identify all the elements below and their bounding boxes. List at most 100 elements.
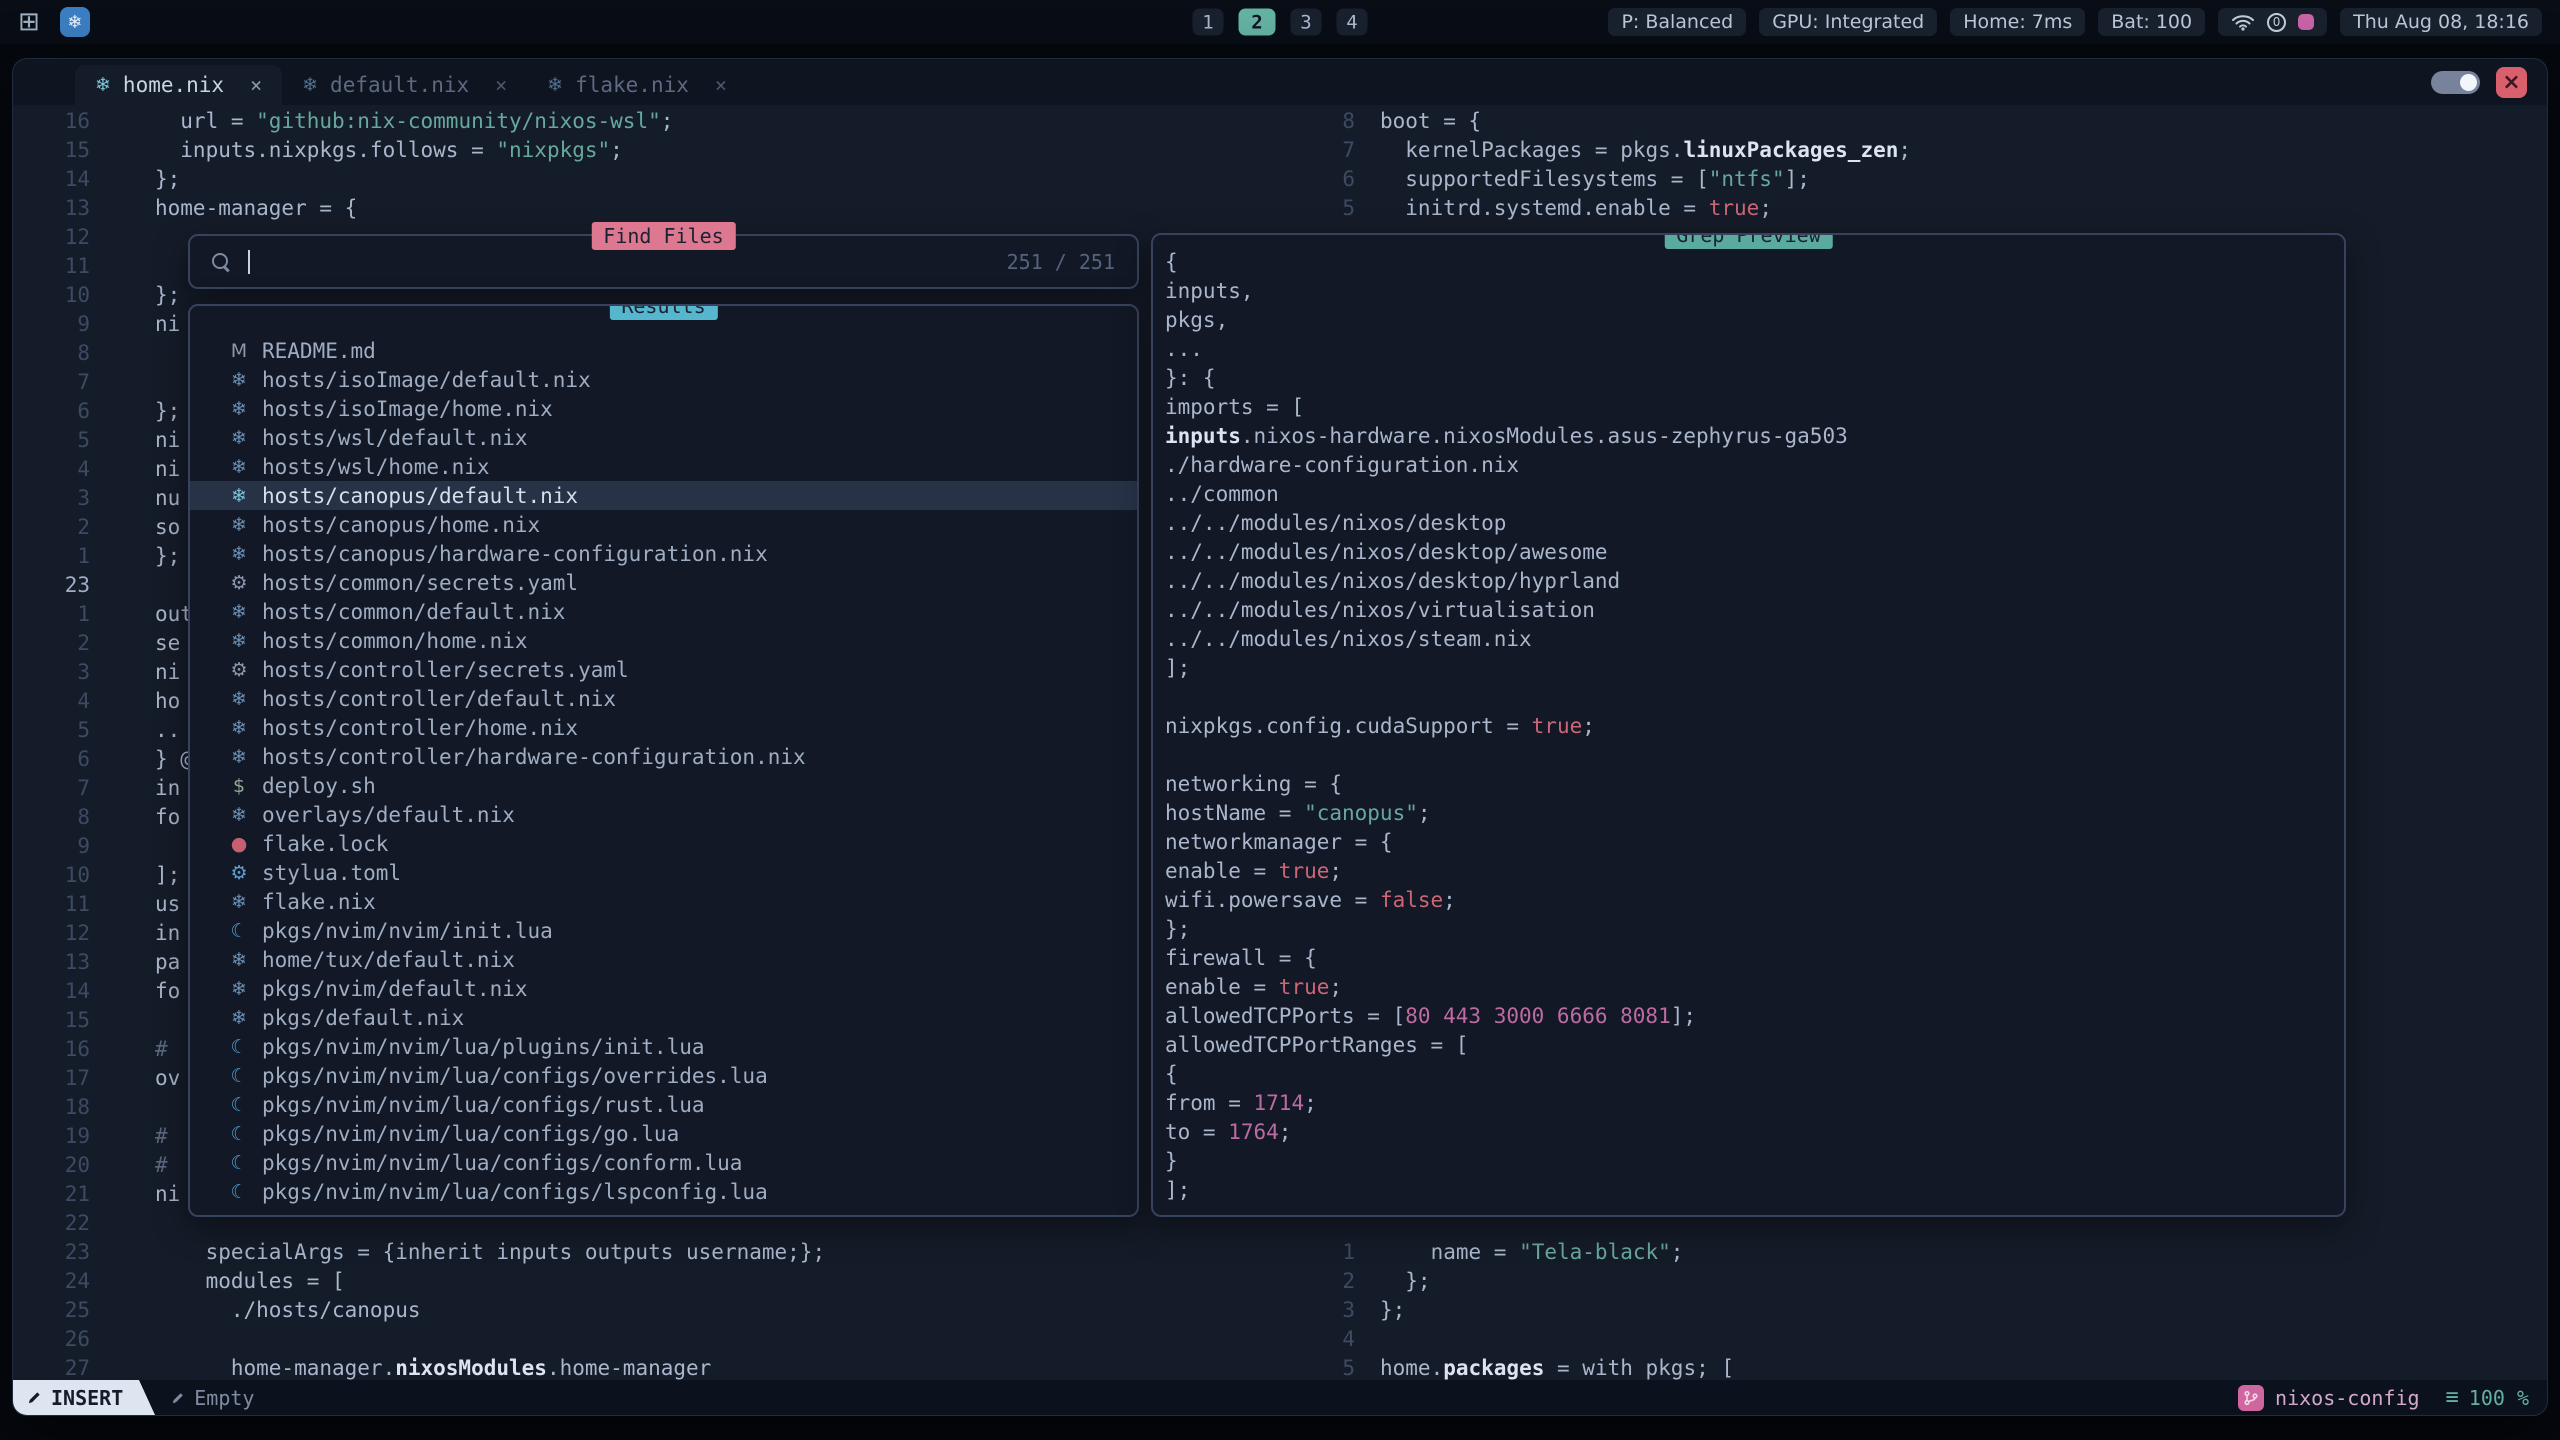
nix-file-icon: ❄ (95, 74, 111, 96)
code-line: { (1165, 1060, 2344, 1089)
result-item[interactable]: ☾pkgs/nvim/nvim/lua/configs/go.lua (190, 1119, 1137, 1148)
result-item[interactable]: ❄hosts/wsl/default.nix (190, 423, 1137, 452)
lua-file-icon: ☾ (227, 1094, 251, 1116)
tab-flake-nix[interactable]: ❄ flake.nix × (527, 65, 747, 105)
line-number: 6 (13, 397, 90, 426)
result-item[interactable]: ⚙hosts/common/secrets.yaml (190, 568, 1137, 597)
result-item[interactable]: ❄pkgs/nvim/default.nix (190, 974, 1137, 1003)
file-name: hosts/controller/home.nix (262, 716, 578, 740)
result-item[interactable]: ☾pkgs/nvim/nvim/lua/plugins/init.lua (190, 1032, 1137, 1061)
file-name: pkgs/nvim/nvim/lua/configs/overrides.lua (262, 1064, 768, 1088)
result-item[interactable]: ❄flake.nix (190, 887, 1137, 916)
file-name: hosts/controller/hardware-configuration.… (262, 745, 806, 769)
terminal-window: ❄ home.nix × ❄ default.nix × ❄ flake.nix… (13, 59, 2547, 1415)
workspace-button-1[interactable]: 1 (1193, 9, 1224, 36)
result-item[interactable]: ❄pkgs/default.nix (190, 1003, 1137, 1032)
code-line: networkmanager = { (1165, 828, 2344, 857)
code-line: 7 kernelPackages = pkgs.linuxPackages_ze… (1303, 136, 1911, 165)
code-line: 24 modules = [ (13, 1267, 825, 1296)
result-item[interactable]: ☾ pkgs/nvim/nvim/lua/configs/rust.lua (190, 1090, 1137, 1119)
code-line: }; (1165, 915, 2344, 944)
result-item[interactable]: ❄hosts/common/home.nix (190, 626, 1137, 655)
workspace-button-4[interactable]: 4 (1337, 9, 1368, 36)
result-item[interactable]: ❄home/tux/default.nix (190, 945, 1137, 974)
toggle-button[interactable] (2431, 71, 2480, 94)
nix-file-icon: ❄ (302, 74, 318, 96)
nix-file-icon: ❄ (227, 717, 251, 739)
result-item[interactable]: ❄hosts/canopus/home.nix (190, 510, 1137, 539)
line-number: 7 (1303, 136, 1355, 165)
result-item[interactable]: ❄hosts/controller/hardware-configuration… (190, 742, 1137, 771)
result-counter: 251 / 251 (1007, 250, 1115, 274)
lua-file-icon: ☾ (227, 1123, 251, 1145)
editor-pane-right-top[interactable]: 8boot = {7 kernelPackages = pkgs.linuxPa… (1303, 107, 1911, 223)
line-number: 25 (13, 1296, 90, 1325)
result-item[interactable]: ☾pkgs/nvim/nvim/lua/configs/overrides.lu… (190, 1061, 1137, 1090)
result-item[interactable]: ⚙hosts/controller/secrets.yaml (190, 655, 1137, 684)
code-line: ../../modules/nixos/steam.nix (1165, 625, 2344, 654)
tab-label: home.nix (123, 73, 224, 97)
powerline-separator (139, 1380, 155, 1415)
result-item[interactable]: ❄hosts/wsl/home.nix (190, 452, 1137, 481)
result-item[interactable]: ☾pkgs/nvim/nvim/lua/configs/conform.lua (190, 1148, 1137, 1177)
window-close-button[interactable]: × (2496, 67, 2527, 98)
workspace-button-2[interactable]: 2 (1239, 9, 1276, 36)
result-item[interactable]: MREADME.md (190, 336, 1137, 365)
code-line: 15 inputs.nixpkgs.follows = "nixpkgs"; (13, 136, 825, 165)
tray-indicator-icon[interactable] (2298, 14, 2314, 30)
file-name: pkgs/nvim/nvim/lua/configs/conform.lua (262, 1151, 742, 1175)
tab-close-icon[interactable]: × (250, 73, 262, 97)
results-popup: Results MREADME.md❄hosts/isoImage/defaul… (188, 304, 1139, 1217)
result-item[interactable]: ⚙stylua.toml (190, 858, 1137, 887)
file-name: deploy.sh (262, 774, 376, 798)
result-item[interactable]: ❄hosts/controller/default.nix (190, 684, 1137, 713)
buffer-name: Empty (171, 1386, 254, 1410)
tab-close-icon[interactable]: × (715, 73, 727, 97)
result-item[interactable]: $deploy.sh (190, 771, 1137, 800)
apps-menu-icon[interactable]: ⊞ (18, 9, 40, 35)
lua-file-icon: ☾ (227, 1181, 251, 1203)
find-files-popup: Find Files 251 / 251 (188, 234, 1139, 289)
result-item[interactable]: ❄hosts/isoImage/default.nix (190, 365, 1137, 394)
nix-logo-icon[interactable]: ❄ (60, 7, 90, 37)
line-number: 4 (13, 455, 90, 484)
line-number: 16 (13, 107, 90, 136)
file-name: flake.nix (262, 890, 376, 914)
result-item[interactable]: ☾pkgs/nvim/nvim/init.lua (190, 916, 1137, 945)
file-name: pkgs/nvim/nvim/init.lua (262, 919, 553, 943)
nix-file-icon: ❄ (227, 978, 251, 1000)
line-number: 12 (13, 919, 90, 948)
clock[interactable]: Thu Aug 08, 18:16 (2340, 8, 2542, 36)
editor-area: 16 url = "github:nix-community/nixos-wsl… (13, 105, 2547, 1380)
file-name: pkgs/nvim/nvim/lua/configs/rust.lua (262, 1093, 705, 1117)
tab-home-nix[interactable]: ❄ home.nix × (75, 65, 282, 105)
wifi-icon[interactable] (2231, 13, 2255, 31)
tab-close-icon[interactable]: × (495, 73, 507, 97)
text-cursor (248, 250, 250, 274)
result-item[interactable]: ❄hosts/canopus/hardware-configuration.ni… (190, 539, 1137, 568)
code-line: to = 1764; (1165, 1118, 2344, 1147)
result-item[interactable]: ●flake.lock (190, 829, 1137, 858)
code-line: 16 url = "github:nix-community/nixos-wsl… (13, 107, 825, 136)
result-item[interactable]: ❄overlays/default.nix (190, 800, 1137, 829)
line-number: 3 (13, 484, 90, 513)
line-number: 10 (13, 861, 90, 890)
repo-name: nixos-config (2275, 1386, 2420, 1410)
result-item[interactable]: ❄hosts/isoImage/home.nix (190, 394, 1137, 423)
file-name: pkgs/nvim/nvim/lua/plugins/init.lua (262, 1035, 705, 1059)
nix-file-icon: ❄ (547, 74, 563, 96)
result-item[interactable]: ☾pkgs/nvim/nvim/lua/configs/lspconfig.lu… (190, 1177, 1137, 1206)
nix-file-icon: ❄ (227, 485, 251, 507)
workspace-button-3[interactable]: 3 (1291, 9, 1322, 36)
lock-file-icon: ● (227, 833, 251, 855)
tab-default-nix[interactable]: ❄ default.nix × (282, 65, 527, 105)
result-item[interactable]: ❄ hosts/controller/home.nix (190, 713, 1137, 742)
notification-count[interactable]: 0 (2267, 13, 2286, 32)
file-name: hosts/wsl/default.nix (262, 426, 528, 450)
line-number: 5 (1303, 1354, 1355, 1380)
editor-pane-right-bottom[interactable]: 1 name = "Tela-black";2 };3};45home.pack… (1303, 1238, 1734, 1380)
result-item[interactable]: ❄hosts/canopus/default.nix (190, 481, 1137, 510)
line-number: 9 (13, 832, 90, 861)
result-item[interactable]: ❄hosts/common/default.nix (190, 597, 1137, 626)
tabline-controls: × (2431, 59, 2547, 105)
